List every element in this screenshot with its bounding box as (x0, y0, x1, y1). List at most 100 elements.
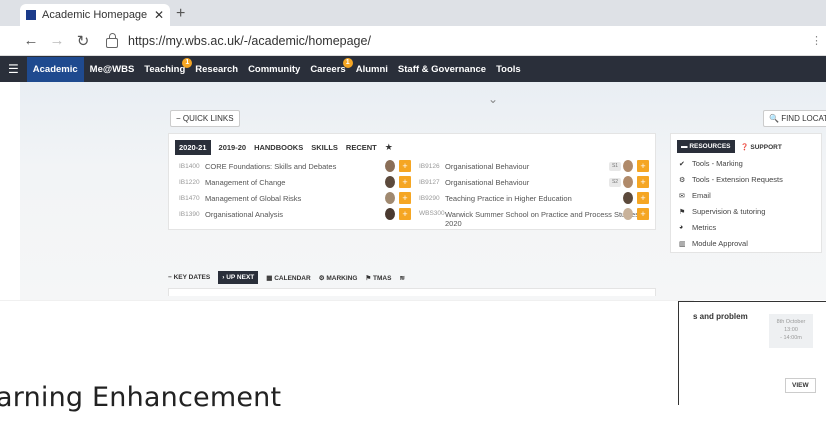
chevron-down-icon[interactable]: ⌄ (488, 92, 498, 106)
term-pill: S1 (609, 162, 621, 171)
notification-badge: 1 (342, 57, 353, 68)
event-date-start: 13:00 (784, 327, 798, 333)
plus-icon[interactable]: + (399, 192, 411, 204)
tab-support-label: SUPPORT (750, 143, 782, 151)
nav-me-wbs[interactable]: Me@WBS (90, 64, 135, 75)
browser-menu-icon[interactable]: ⋮ (811, 34, 822, 47)
star-icon[interactable]: ★ (385, 142, 393, 153)
mail-icon: ✉ (679, 192, 685, 200)
tab-up-next-label: UP NEXT (226, 274, 255, 281)
resource-label: Module Approval (692, 239, 748, 248)
close-tab-icon[interactable]: ✕ (154, 8, 164, 22)
courses-card: 2020-21 2019-20 HANDBOOKS SKILLS RECENT … (168, 133, 656, 230)
find-location-button[interactable]: 🔍 FIND LOCATION... (763, 110, 826, 127)
course-name: Organisational Behaviour (445, 178, 530, 187)
tab-resources[interactable]: ▬ RESOURCES (677, 140, 735, 153)
nav-research[interactable]: Research (195, 64, 238, 75)
find-location-label: FIND LOCATION... (781, 114, 826, 123)
lock-icon (106, 32, 118, 48)
new-tab-icon[interactable]: + (176, 5, 185, 23)
url-input[interactable]: https://my.wbs.ac.uk/-/academic/homepage… (128, 34, 371, 48)
nav-staff-governance[interactable]: Staff & Governance (398, 64, 486, 75)
tab-support[interactable]: ❓ SUPPORT (741, 143, 782, 151)
resource-link[interactable]: ⚑ Supervision & tutoring (679, 207, 765, 216)
avatar (385, 160, 395, 172)
resource-label: Metrics (692, 223, 717, 232)
event-card: s and problem 8th October 13:00 - 14:00m… (678, 301, 826, 405)
hamburger-icon[interactable]: ☰ (8, 62, 19, 76)
course-row[interactable]: IB9126 Organisational Behaviour (419, 162, 529, 171)
course-row[interactable]: IB9127 Organisational Behaviour (419, 178, 529, 187)
course-row[interactable]: IB1390 Organisational Analysis (179, 210, 283, 219)
plus-icon[interactable]: + (399, 176, 411, 188)
forward-arrow-icon[interactable]: → (44, 32, 70, 49)
course-name: Management of Global Risks (205, 194, 302, 203)
tab-tmas[interactable]: ⚑ TMAS (365, 274, 391, 282)
nav-community[interactable]: Community (248, 64, 300, 75)
tab-up-next[interactable]: › UP NEXT (218, 271, 259, 284)
tab-2019-20[interactable]: 2019-20 (219, 143, 247, 152)
tab-calendar[interactable]: ▦ CALENDAR (266, 274, 310, 282)
resource-label: Email (692, 191, 711, 200)
year-tabs: 2020-21 2019-20 HANDBOOKS SKILLS RECENT … (169, 134, 655, 159)
tab-2020-21[interactable]: 2020-21 (175, 140, 211, 155)
browser-tab[interactable]: Academic Homepage - Academi ✕ (20, 4, 170, 26)
nav-academic[interactable]: Academic (26, 56, 84, 82)
back-arrow-icon[interactable]: ← (18, 32, 44, 49)
tab-title: Academic Homepage - Academi (42, 9, 150, 21)
course-row[interactable]: IB9290 Teaching Practice in Higher Educat… (419, 194, 572, 203)
course-code: IB9290 (419, 195, 440, 202)
course-row[interactable]: WBS300 Warwick Summer School on Practice … (419, 210, 639, 228)
nav-careers-label: Careers (310, 63, 346, 75)
course-name: Organisational Behaviour (445, 162, 530, 171)
course-name: CORE Foundations: Skills and Debates (205, 162, 337, 171)
tab-key-dates[interactable]: − KEY DATES (168, 274, 210, 281)
avatar (623, 192, 633, 204)
tab-handbooks[interactable]: HANDBOOKS (254, 143, 303, 152)
avatar (385, 192, 395, 204)
tab-recent[interactable]: RECENT (346, 143, 377, 152)
browser-tab-strip: Academic Homepage - Academi ✕ + (0, 0, 826, 26)
plus-icon[interactable]: + (399, 160, 411, 172)
course-code: IB1470 (179, 195, 200, 202)
quick-links-button[interactable]: − QUICK LINKS (170, 110, 240, 127)
course-name-line2: 2020 (445, 219, 462, 228)
course-code: IB9127 (419, 179, 440, 186)
plus-icon[interactable]: + (637, 192, 649, 204)
course-name-line1: Warwick Summer School on Practice and Pr… (445, 210, 639, 219)
plus-icon[interactable]: + (399, 208, 411, 220)
nav-alumni[interactable]: Alumni (356, 64, 388, 75)
resource-link[interactable]: ◕ Metrics (679, 223, 716, 232)
avatar (623, 176, 633, 188)
nav-teaching-label: Teaching (144, 63, 186, 75)
course-row[interactable]: IB1470 Management of Global Risks (179, 194, 301, 203)
nav-tools[interactable]: Tools (496, 64, 521, 75)
course-name: Warwick Summer School on Practice and Pr… (445, 210, 639, 228)
favicon-icon (26, 10, 36, 20)
up-next-panel (168, 288, 656, 296)
plus-icon[interactable]: + (637, 160, 649, 172)
resource-label: Tools - Marking (692, 159, 743, 168)
resource-link[interactable]: ▥ Module Approval (679, 239, 748, 248)
avatar (385, 208, 395, 220)
site-navbar: ☰ Academic Me@WBS Teaching 1 Research Com… (0, 56, 826, 82)
resource-label: Supervision & tutoring (692, 207, 766, 216)
tab-skills[interactable]: SKILLS (311, 143, 338, 152)
view-button[interactable]: VIEW (785, 378, 816, 393)
rss-icon[interactable]: ≋ (399, 274, 404, 282)
plus-icon[interactable]: + (637, 208, 649, 220)
resource-link[interactable]: ✔ Tools - Marking (679, 159, 743, 168)
pie-icon: ◕ (679, 224, 684, 231)
course-name: Organisational Analysis (205, 210, 283, 219)
course-row[interactable]: IB1400 CORE Foundations: Skills and Debat… (179, 162, 336, 171)
course-row[interactable]: IB1220 Management of Change (179, 178, 285, 187)
plus-icon[interactable]: + (637, 176, 649, 188)
resource-link[interactable]: ⚙ Tools - Extension Requests (679, 175, 783, 184)
tab-marking[interactable]: ⚙ MARKING (319, 274, 358, 282)
reload-icon[interactable]: ↻ (70, 32, 96, 50)
nav-teaching[interactable]: Teaching 1 (144, 57, 193, 75)
resource-label: Tools - Extension Requests (692, 175, 783, 184)
resource-link[interactable]: ✉ Email (679, 191, 711, 200)
nav-careers[interactable]: Careers 1 (310, 57, 353, 75)
flag-icon: ⚑ (679, 208, 686, 216)
